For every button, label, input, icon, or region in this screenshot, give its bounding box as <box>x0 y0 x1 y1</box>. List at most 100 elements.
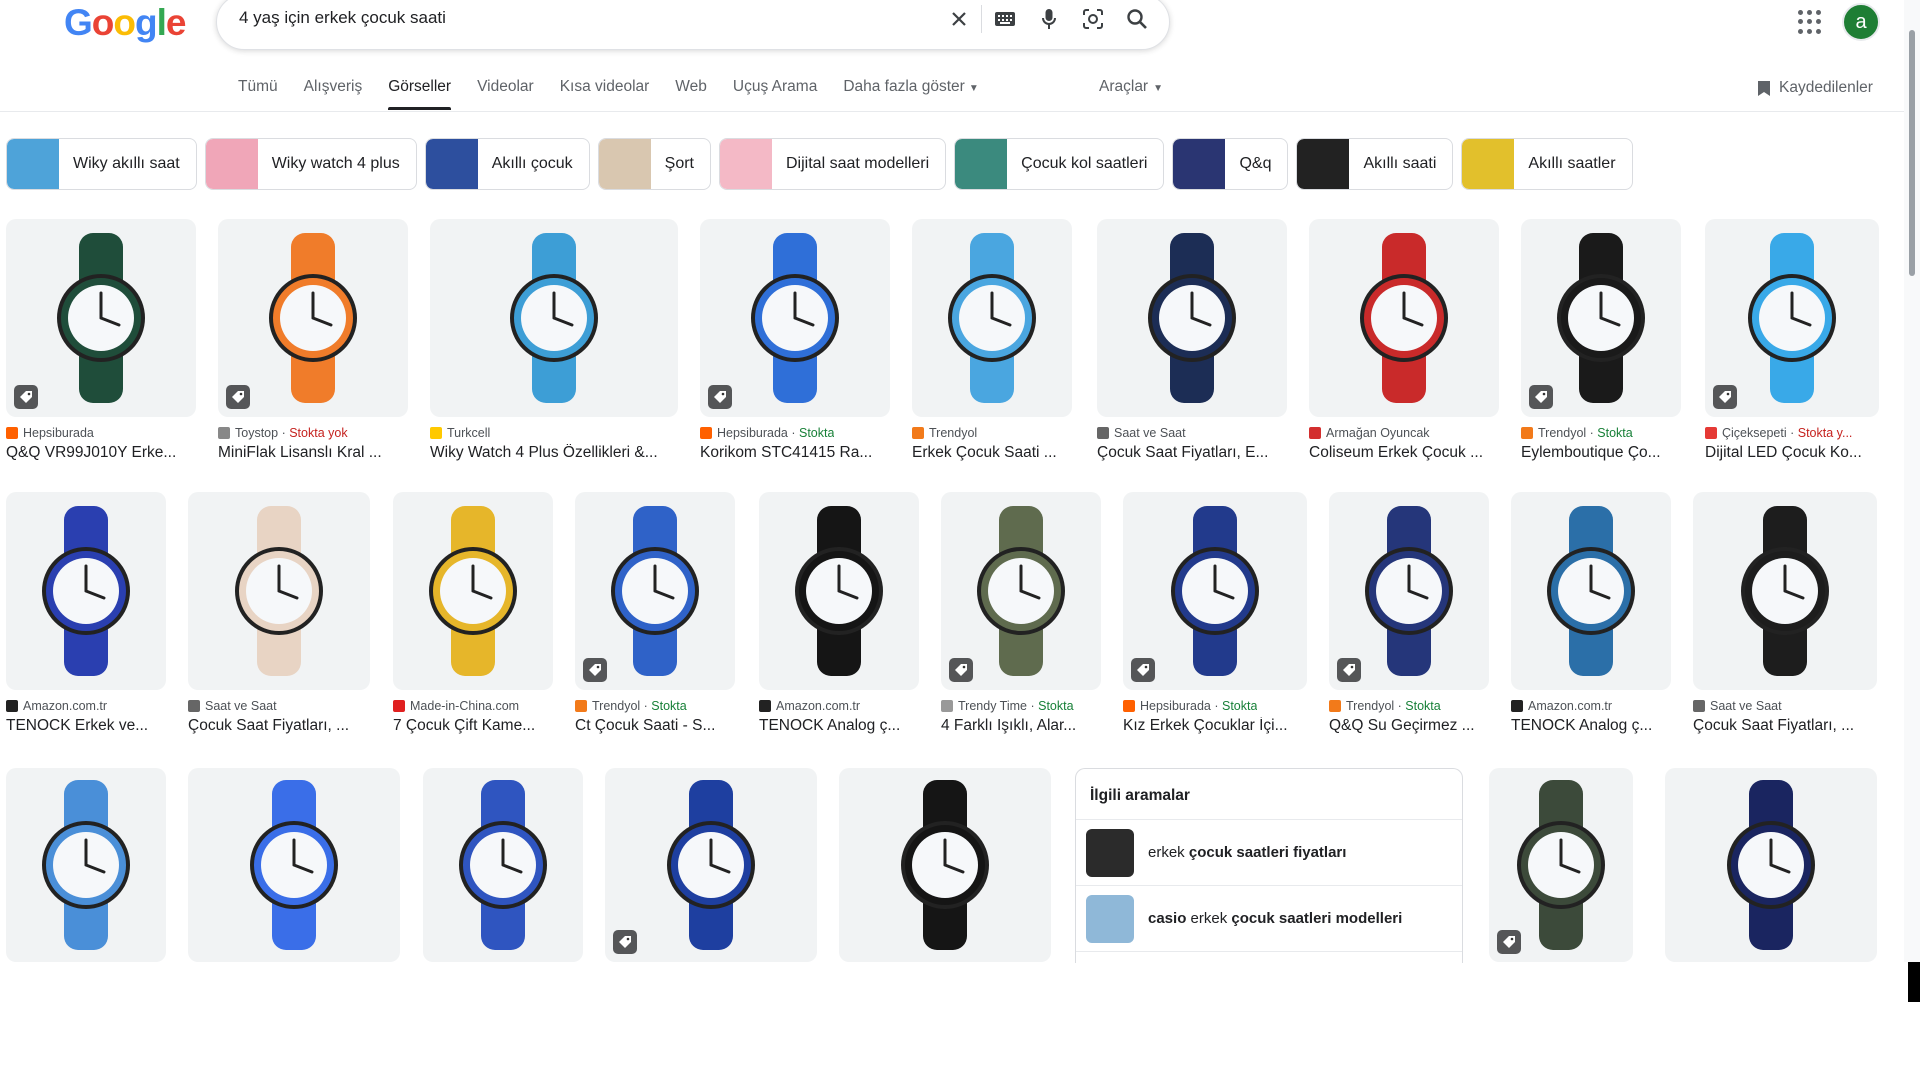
search-icon[interactable] <box>1123 5 1151 33</box>
result-title[interactable]: Çocuk Saat Fiyatları, ... <box>188 717 370 735</box>
related-search-item[interactable]: casio erkek çocuk saatleri modelleri <box>1076 885 1462 951</box>
result-image[interactable] <box>188 492 370 690</box>
image-result-card[interactable]: Çiçeksepeti · Stokta y... Dijital LED Çoc… <box>1705 219 1879 462</box>
result-source[interactable]: Trendyol · Stokta <box>1329 699 1489 713</box>
result-source[interactable]: Saat ve Saat <box>1097 426 1287 440</box>
result-source[interactable]: Çiçeksepeti · Stokta y... <box>1705 426 1879 440</box>
related-search-item[interactable]: erkek çocuk saatleri fiyatları <box>1076 819 1462 885</box>
image-result-card[interactable]: Saat ve Saat Çocuk Saat Fiyatları, ... <box>188 492 370 735</box>
result-image[interactable] <box>1123 492 1307 690</box>
result-title[interactable]: Coliseum Erkek Çocuk ... <box>1309 444 1499 462</box>
chip[interactable]: Şort <box>597 138 711 190</box>
result-source[interactable]: Trendyol · Stokta <box>1521 426 1681 440</box>
tab-shopping[interactable]: Alışveriş <box>304 76 363 112</box>
tab-all[interactable]: Tümü <box>238 76 278 112</box>
result-title[interactable]: Çocuk Saat Fiyatları, ... <box>1693 717 1877 735</box>
result-image[interactable] <box>188 768 400 962</box>
image-result-card[interactable] <box>1665 768 1877 962</box>
result-title[interactable]: Korikom STC41415 Ra... <box>700 444 890 462</box>
result-image[interactable] <box>1309 219 1499 417</box>
result-title[interactable]: Erkek Çocuk Saati ... <box>912 444 1072 462</box>
image-result-card[interactable]: Trendyol Erkek Çocuk Saati ... <box>912 219 1072 462</box>
chip[interactable]: Akıllı saatler <box>1461 138 1633 190</box>
result-image[interactable] <box>700 219 890 417</box>
image-result-card[interactable]: Armağan Oyuncak Coliseum Erkek Çocuk ... <box>1309 219 1499 462</box>
result-image[interactable] <box>839 768 1051 962</box>
result-source[interactable]: Armağan Oyuncak <box>1309 426 1499 440</box>
image-result-card[interactable]: Hepsiburada Q&Q VR99J010Y Erke... <box>6 219 196 462</box>
image-result-card[interactable]: Saat ve Saat Çocuk Saat Fiyatları, ... <box>1693 492 1877 735</box>
tab-more[interactable]: Daha fazla göster ▼ <box>843 76 978 112</box>
image-result-card[interactable]: Saat ve Saat Çocuk Saat Fiyatları, E... <box>1097 219 1287 462</box>
result-source[interactable]: Trendyol <box>912 426 1072 440</box>
chip[interactable]: Akıllı çocuk <box>424 138 590 190</box>
result-source[interactable]: Trendyol · Stokta <box>575 699 735 713</box>
microphone-icon[interactable] <box>1035 5 1063 33</box>
result-source[interactable]: Hepsiburada <box>6 426 196 440</box>
result-source[interactable]: Amazon.com.tr <box>759 699 919 713</box>
result-image[interactable] <box>1511 492 1671 690</box>
tab-videos[interactable]: Videolar <box>477 76 534 112</box>
tab-short-videos[interactable]: Kısa videolar <box>560 76 650 112</box>
result-source[interactable]: Amazon.com.tr <box>6 699 166 713</box>
result-source[interactable]: Trendy Time · Stokta <box>941 699 1101 713</box>
apps-grid-icon[interactable] <box>1798 10 1822 34</box>
clear-icon[interactable] <box>945 5 973 33</box>
result-title[interactable]: Eylemboutique Ço... <box>1521 444 1681 462</box>
search-bar[interactable] <box>216 0 1170 50</box>
result-image[interactable] <box>393 492 553 690</box>
result-image[interactable] <box>6 768 166 962</box>
result-source[interactable]: Made-in-China.com <box>393 699 553 713</box>
chip[interactable]: Çocuk kol saatleri <box>954 138 1165 190</box>
result-image[interactable] <box>430 219 678 417</box>
result-title[interactable]: Çocuk Saat Fiyatları, E... <box>1097 444 1287 462</box>
result-image[interactable] <box>423 768 583 962</box>
result-image[interactable] <box>1665 768 1877 962</box>
result-title[interactable]: Q&Q Su Geçirmez ... <box>1329 717 1489 735</box>
image-result-card[interactable]: Trendyol · Stokta Ct Çocuk Saati - S... <box>575 492 735 735</box>
camera-lens-icon[interactable] <box>1079 5 1107 33</box>
result-image[interactable] <box>1489 768 1633 962</box>
result-image[interactable] <box>1097 219 1287 417</box>
result-image[interactable] <box>941 492 1101 690</box>
result-source[interactable]: Hepsiburada · Stokta <box>700 426 890 440</box>
related-search-item[interactable] <box>1076 951 1462 963</box>
scrollbar[interactable] <box>1904 0 1920 962</box>
chip[interactable]: Akıllı saati <box>1296 138 1454 190</box>
result-image[interactable] <box>218 219 408 417</box>
tab-flights[interactable]: Uçuş Arama <box>733 76 817 112</box>
result-image[interactable] <box>1521 219 1681 417</box>
tools-button[interactable]: Araçlar ▼ <box>1099 78 1163 96</box>
result-source[interactable]: Hepsiburada · Stokta <box>1123 699 1307 713</box>
chip[interactable]: Q&q <box>1172 138 1289 190</box>
result-image[interactable] <box>575 492 735 690</box>
image-result-card[interactable] <box>6 768 166 962</box>
image-result-card[interactable]: Trendyol · Stokta Eylemboutique Ço... <box>1521 219 1681 462</box>
result-source[interactable]: Turkcell <box>430 426 678 440</box>
image-result-card[interactable] <box>423 768 583 962</box>
result-title[interactable]: TENOCK Analog ç... <box>1511 717 1671 735</box>
avatar[interactable]: a <box>1842 3 1880 41</box>
image-result-card[interactable]: Hepsiburada · Stokta Kız Erkek Çocuklar İ… <box>1123 492 1307 735</box>
result-image[interactable] <box>6 492 166 690</box>
image-result-card[interactable] <box>839 768 1051 962</box>
result-source[interactable]: Saat ve Saat <box>1693 699 1877 713</box>
result-title[interactable]: Dijital LED Çocuk Ko... <box>1705 444 1879 462</box>
result-source[interactable]: Toystop · Stokta yok <box>218 426 408 440</box>
result-image[interactable] <box>1705 219 1879 417</box>
keyboard-icon[interactable] <box>991 5 1019 33</box>
result-image[interactable] <box>605 768 817 962</box>
result-title[interactable]: Wiky Watch 4 Plus Özellikleri &... <box>430 444 678 462</box>
result-source[interactable]: Amazon.com.tr <box>1511 699 1671 713</box>
result-title[interactable]: TENOCK Analog ç... <box>759 717 919 735</box>
result-image[interactable] <box>6 219 196 417</box>
scrollbar-thumb[interactable] <box>1909 30 1915 276</box>
result-title[interactable]: Kız Erkek Çocuklar İçi... <box>1123 717 1307 735</box>
image-result-card[interactable]: Amazon.com.tr TENOCK Analog ç... <box>759 492 919 735</box>
image-result-card[interactable]: Toystop · Stokta yok MiniFlak Lisanslı Kr… <box>218 219 408 462</box>
image-result-card[interactable]: Made-in-China.com 7 Çocuk Çift Kame... <box>393 492 553 735</box>
result-title[interactable]: TENOCK Erkek ve... <box>6 717 166 735</box>
result-title[interactable]: MiniFlak Lisanslı Kral ... <box>218 444 408 462</box>
image-result-card[interactable]: Trendy Time · Stokta 4 Farklı Işıklı, Ala… <box>941 492 1101 735</box>
result-image[interactable] <box>912 219 1072 417</box>
